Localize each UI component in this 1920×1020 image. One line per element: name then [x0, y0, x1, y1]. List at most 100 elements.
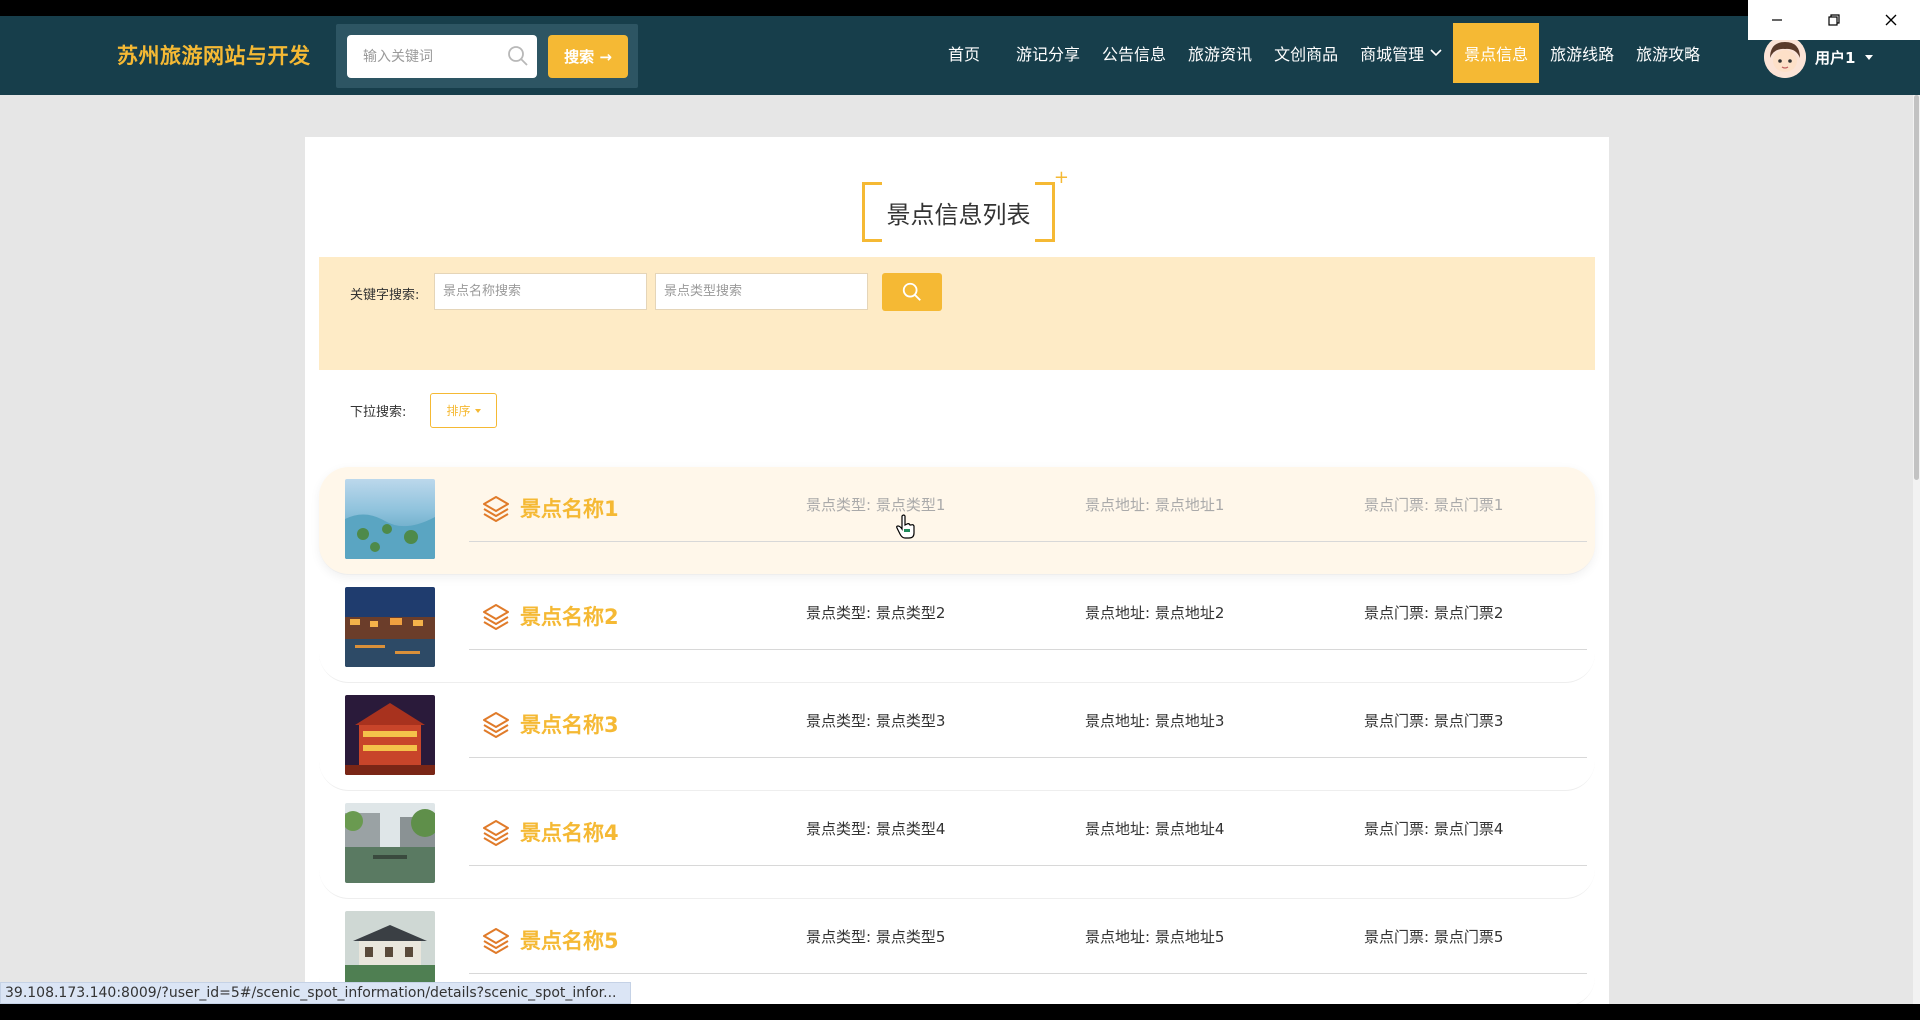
nav-link-scenic-spots[interactable]: 景点信息 — [1453, 23, 1540, 83]
content-card: + 景点信息列表 关键字搜索: 下拉搜索: 排序 — [305, 137, 1609, 1007]
row-divider — [469, 649, 1587, 650]
list-item[interactable]: 景点名称1 景点类型: 景点类型1 景点地址: 景点地址1 景点门票: 景点门票… — [319, 467, 1595, 575]
list-item[interactable]: 景点名称4 景点类型: 景点类型4 景点地址: 景点地址4 景点门票: 景点门票… — [319, 791, 1595, 899]
dropdown-search-label: 下拉搜索: — [350, 405, 407, 420]
layers-icon — [483, 604, 509, 630]
spot-type: 景点类型: 景点类型1 — [806, 496, 946, 514]
spot-type: 景点类型: 景点类型5 — [806, 928, 946, 946]
spot-type-search-input[interactable] — [655, 273, 868, 310]
nav-search-group: 搜索 → — [336, 24, 638, 88]
minimize-button[interactable] — [1757, 0, 1797, 40]
user-menu[interactable]: 用户1 — [1764, 36, 1874, 78]
window-controls — [1748, 0, 1920, 40]
spot-type: 景点类型: 景点类型3 — [806, 712, 946, 730]
scrollbar-thumb[interactable] — [1914, 95, 1919, 480]
row-divider — [469, 757, 1587, 758]
nav-link-label: 首页 — [948, 45, 981, 64]
spot-address: 景点地址: 景点地址1 — [1085, 496, 1225, 514]
row-divider — [469, 865, 1587, 866]
nav-link-label: 旅游线路 — [1550, 45, 1615, 64]
spot-name[interactable]: 景点名称1 — [482, 493, 619, 523]
caret-down-icon — [474, 408, 481, 413]
spot-ticket: 景点门票: 景点门票4 — [1364, 820, 1504, 838]
nav-link-label: 文创商品 — [1274, 45, 1339, 64]
nav-link-announcements[interactable]: 公告信息 — [1091, 23, 1177, 83]
search-icon[interactable] — [506, 44, 530, 68]
spot-thumbnail[interactable] — [345, 695, 435, 775]
spot-type: 景点类型: 景点类型2 — [806, 604, 946, 622]
list-item[interactable]: 景点名称3 景点类型: 景点类型3 景点地址: 景点地址3 景点门票: 景点门票… — [319, 683, 1595, 791]
spot-address: 景点地址: 景点地址2 — [1085, 604, 1225, 622]
avatar — [1764, 36, 1806, 78]
title-bracket-left — [862, 182, 882, 242]
layers-icon — [483, 496, 509, 522]
nav-link-travel-guides[interactable]: 旅游攻略 — [1625, 23, 1711, 83]
spot-list: 景点名称1 景点类型: 景点类型1 景点地址: 景点地址1 景点门票: 景点门票… — [319, 467, 1595, 1007]
chevron-down-icon — [1430, 49, 1442, 57]
search-panel: 关键字搜索: — [319, 257, 1595, 370]
caret-down-icon — [1865, 54, 1874, 60]
restore-button[interactable] — [1814, 0, 1854, 40]
avatar-image — [1764, 36, 1806, 78]
spot-address: 景点地址: 景点地址5 — [1085, 928, 1225, 946]
spot-type: 景点类型: 景点类型4 — [806, 820, 946, 838]
close-icon — [1885, 14, 1897, 26]
spot-name-text: 景点名称3 — [520, 713, 619, 737]
spot-name-text: 景点名称4 — [520, 821, 619, 845]
spot-name[interactable]: 景点名称5 — [482, 925, 619, 955]
nav-link-label: 景点信息 — [1464, 45, 1529, 64]
nav-link-label: 旅游资讯 — [1188, 45, 1253, 64]
spot-ticket: 景点门票: 景点门票5 — [1364, 928, 1504, 946]
page-scrollbar[interactable] — [1913, 95, 1920, 1020]
layers-icon — [483, 928, 509, 954]
layers-icon — [483, 820, 509, 846]
nav-link-mall-management[interactable]: 商城管理 — [1349, 23, 1453, 83]
spot-thumbnail[interactable] — [345, 803, 435, 883]
nav-link-travel-notes[interactable]: 游记分享 — [1005, 23, 1091, 83]
layers-icon — [483, 712, 509, 738]
sort-dropdown[interactable]: 排序 — [430, 393, 497, 428]
spot-name[interactable]: 景点名称3 — [482, 709, 619, 739]
spot-name-text: 景点名称2 — [520, 605, 619, 629]
status-url-bar: 39.108.173.140:8009/?user_id=5#/scenic_s… — [0, 982, 631, 1004]
spot-name-search-input[interactable] — [434, 273, 647, 310]
user-name: 用户1 — [1815, 48, 1856, 67]
search-icon — [902, 282, 921, 301]
row-divider — [469, 541, 1587, 542]
spot-ticket: 景点门票: 景点门票2 — [1364, 604, 1504, 622]
spot-name[interactable]: 景点名称4 — [482, 817, 619, 847]
dropdown-search-row: 下拉搜索: 排序 — [350, 393, 497, 428]
row-divider — [469, 973, 1587, 974]
spot-ticket: 景点门票: 景点门票1 — [1364, 496, 1504, 514]
nav-link-label: 游记分享 — [1016, 45, 1081, 64]
spot-address: 景点地址: 景点地址4 — [1085, 820, 1225, 838]
site-brand[interactable]: 苏州旅游网站与开发 — [117, 40, 311, 70]
spot-thumbnail[interactable] — [345, 911, 435, 991]
page-title-box: + 景点信息列表 — [862, 167, 1069, 242]
close-window-button[interactable] — [1871, 0, 1911, 40]
nav-link-products[interactable]: 文创商品 — [1263, 23, 1349, 83]
sort-label: 排序 — [446, 404, 471, 418]
nav-link-travel-routes[interactable]: 旅游线路 — [1539, 23, 1625, 83]
spot-thumbnail[interactable] — [345, 587, 435, 667]
keyword-search-label: 关键字搜索: — [350, 288, 420, 303]
nav-search-button[interactable]: 搜索 → — [548, 35, 628, 78]
spot-thumbnail[interactable] — [345, 479, 435, 559]
plus-icon: + — [1053, 167, 1069, 188]
spot-name-text: 景点名称1 — [520, 497, 619, 521]
nav-link-label: 商城管理 — [1360, 45, 1425, 64]
spot-ticket: 景点门票: 景点门票3 — [1364, 712, 1504, 730]
hand-cursor-icon — [896, 514, 915, 539]
restore-icon — [1828, 14, 1840, 26]
nav-link-travel-news[interactable]: 旅游资讯 — [1177, 23, 1263, 83]
spot-name[interactable]: 景点名称2 — [482, 601, 619, 631]
title-bracket-right — [1035, 182, 1055, 242]
spot-address: 景点地址: 景点地址3 — [1085, 712, 1225, 730]
search-button[interactable] — [882, 273, 942, 311]
nav-link-home[interactable]: 首页 — [928, 23, 1005, 83]
list-item[interactable]: 景点名称2 景点类型: 景点类型2 景点地址: 景点地址2 景点门票: 景点门票… — [319, 575, 1595, 683]
window-bottom-strip — [0, 1004, 1920, 1020]
nav-link-label: 公告信息 — [1102, 45, 1167, 64]
minimize-icon — [1771, 19, 1782, 21]
top-navbar: 苏州旅游网站与开发 搜索 → 首页 游记分享 公告信息 旅游资讯 文创商品 商城… — [0, 16, 1920, 95]
